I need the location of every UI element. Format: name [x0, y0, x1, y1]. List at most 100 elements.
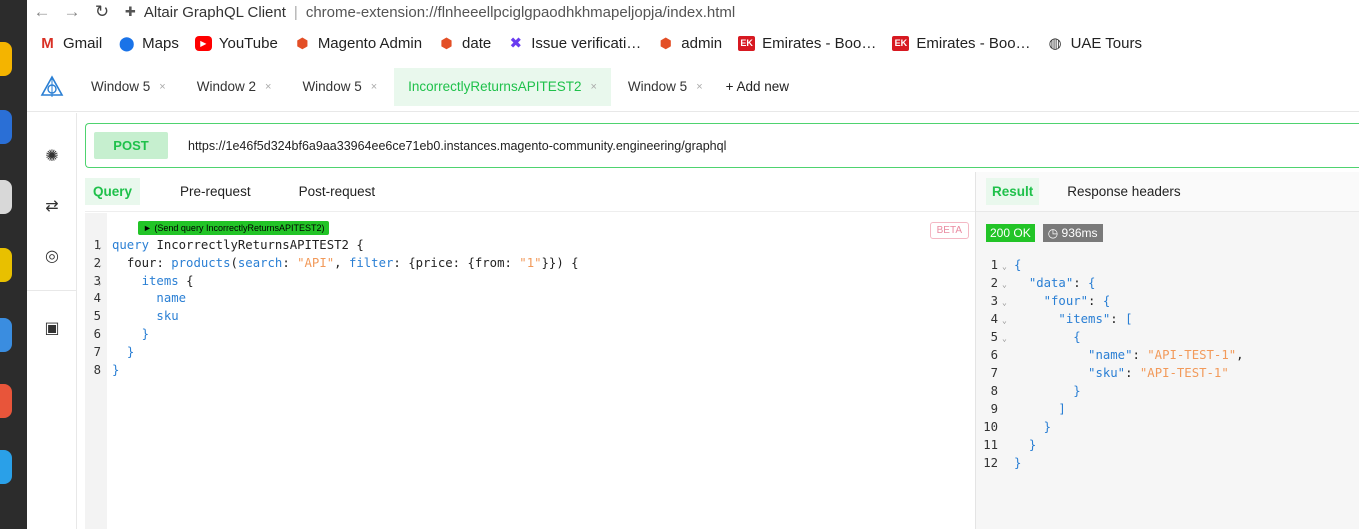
- line-number: 1: [990, 258, 998, 272]
- close-icon[interactable]: ×: [696, 81, 702, 93]
- arg-value: "1": [519, 255, 542, 270]
- close-icon[interactable]: ×: [265, 81, 271, 93]
- chrome-app-icon[interactable]: [0, 42, 12, 76]
- window-tab[interactable]: Window 5 ×: [614, 68, 717, 106]
- magento-icon: ⬢: [659, 34, 672, 51]
- field-name: products: [171, 255, 231, 270]
- forward-icon[interactable]: →: [57, 2, 87, 22]
- code-line: 6 }: [85, 326, 579, 344]
- request-url-bar: POST https://1e46f5d324bf6a9aa33964ee6ce…: [85, 123, 1359, 168]
- arg-name: price: [415, 255, 453, 270]
- app-icon[interactable]: [0, 318, 12, 352]
- prettify-icon[interactable]: ✺: [27, 146, 77, 166]
- bookmark-label: Gmail: [63, 34, 103, 52]
- close-icon[interactable]: ×: [590, 81, 596, 93]
- altair-logo-icon: [27, 74, 77, 99]
- window-tab-label: Window 5: [91, 79, 151, 94]
- browser-window: ← → ↻ ✚ Altair GraphQL Client | chrome-e…: [27, 0, 1359, 529]
- window-tab[interactable]: Window 5 ×: [288, 68, 391, 106]
- gmail-icon: M: [41, 34, 54, 52]
- reload-icon[interactable]: ↻: [87, 2, 117, 22]
- line-number: 6: [990, 348, 998, 362]
- app-icon[interactable]: [0, 248, 12, 282]
- tab-post-request[interactable]: Post-request: [291, 178, 384, 205]
- app-icon[interactable]: [0, 450, 12, 484]
- add-new-window-button[interactable]: + Add new: [726, 79, 789, 94]
- globe-icon: ◍: [1048, 34, 1062, 52]
- window-tab-label: Window 2: [196, 79, 256, 94]
- result-line: 9 ]: [976, 400, 1244, 418]
- code-line: 2 ⌄ four: products(search: "API", filter:…: [85, 255, 579, 273]
- line-number: 5: [93, 309, 101, 324]
- line-number: 8: [93, 362, 101, 377]
- operation-name: IncorrectlyReturnsAPITEST2: [156, 238, 349, 252]
- code-line: 7 }: [85, 344, 579, 362]
- close-icon[interactable]: ×: [371, 81, 377, 93]
- tab-result[interactable]: Result: [986, 178, 1040, 205]
- tab-pre-request[interactable]: Pre-request: [172, 178, 259, 205]
- bookmark-magento-admin[interactable]: ⬢ Magento Admin: [294, 35, 422, 52]
- bookmark-youtube[interactable]: ▶ YouTube: [194, 35, 278, 52]
- field-name: sku: [156, 309, 179, 324]
- window-tabs-bar: Window 5 × Window 2 × Window 5 × Incorre…: [27, 62, 1359, 112]
- collections-icon[interactable]: ▣: [27, 318, 77, 338]
- json-key: "four": [1043, 294, 1089, 308]
- result-line: 12}: [976, 454, 1244, 472]
- alias: four: [126, 255, 157, 270]
- files-app-icon[interactable]: [0, 180, 12, 214]
- bookmark-admin[interactable]: ⬢ admin: [657, 35, 722, 52]
- address-url: chrome-extension://flnheeellpciglgpaodhk…: [305, 3, 736, 21]
- bookmark-issue-verification[interactable]: ✖ Issue verificati…: [507, 35, 641, 52]
- window-tab[interactable]: Window 2 ×: [183, 68, 286, 106]
- result-pane: Result Response headers 200 OK ◷ 936ms 1…: [976, 172, 1359, 529]
- line-number: 3: [990, 294, 998, 308]
- window-tab-active[interactable]: IncorrectlyReturnsAPITEST2 ×: [394, 67, 611, 106]
- bookmark-label: Emirates - Boo…: [762, 34, 877, 52]
- line-number: 10: [983, 420, 998, 434]
- tab-query[interactable]: Query: [85, 178, 141, 205]
- line-number: 2: [990, 276, 998, 290]
- bookmark-label: Emirates - Boo…: [916, 34, 1031, 52]
- bookmark-uae-tours[interactable]: ◍ UAE Tours: [1047, 35, 1142, 52]
- back-icon[interactable]: ←: [27, 2, 57, 22]
- fold-icon[interactable]: ⌄: [97, 274, 102, 292]
- query-editor[interactable]: ► (Send query IncorrectlyReturnsAPITEST2…: [85, 213, 975, 529]
- line-number: 6: [93, 326, 101, 341]
- bookmark-gmail[interactable]: M Gmail: [39, 35, 102, 52]
- result-line: 10 }: [976, 418, 1244, 436]
- send-query-button[interactable]: ► (Send query IncorrectlyReturnsAPITEST2…: [138, 221, 330, 235]
- bookmark-maps[interactable]: ⬤ Maps: [118, 35, 179, 52]
- omnibox[interactable]: ✚ Altair GraphQL Client | chrome-extensi…: [125, 4, 735, 21]
- bookmark-emirates-1[interactable]: EK Emirates - Boo…: [738, 35, 876, 52]
- fold-icon[interactable]: ⌄: [97, 238, 102, 256]
- line-number: 12: [983, 456, 998, 470]
- bookmark-emirates-2[interactable]: EK Emirates - Boo…: [892, 34, 1031, 52]
- arg-value: "API": [297, 255, 335, 270]
- close-icon[interactable]: ×: [159, 81, 165, 93]
- subscription-icon[interactable]: ◎: [27, 246, 77, 266]
- bookmarks-bar: M Gmail ⬤ Maps ▶ YouTube ⬢ Magento Admin…: [27, 30, 1359, 56]
- json-key: "items": [1058, 312, 1111, 326]
- window-tab-label: Window 5: [302, 79, 362, 94]
- refresh-docs-icon[interactable]: ⇄: [27, 196, 77, 216]
- window-tab[interactable]: Window 5 ×: [77, 68, 180, 106]
- bookmark-date[interactable]: ⬢ date: [438, 35, 491, 52]
- line-number: 1: [93, 238, 101, 252]
- bookmark-label: UAE Tours: [1070, 34, 1142, 52]
- method-select[interactable]: POST: [94, 132, 168, 159]
- jira-icon: ✖: [509, 34, 523, 52]
- fold-icon[interactable]: ⌄: [97, 256, 102, 274]
- ek-icon: EK: [892, 35, 910, 51]
- status-badge: 200 OK: [986, 224, 1035, 242]
- maps-icon: ⬤: [118, 34, 135, 51]
- result-line: 7 "sku": "API-TEST-1": [976, 364, 1244, 382]
- tab-response-headers[interactable]: Response headers: [1061, 178, 1186, 205]
- line-number: 8: [990, 384, 998, 398]
- code-line: 4 name: [85, 290, 579, 308]
- app-icon[interactable]: [0, 384, 12, 418]
- line-number: 3: [93, 273, 101, 288]
- json-value: "API-TEST-1": [1139, 366, 1229, 380]
- app-icon[interactable]: [0, 110, 12, 144]
- url-input[interactable]: https://1e46f5d324bf6a9aa33964ee6ce71eb0…: [188, 139, 726, 153]
- query-tabs: Query Pre-request Post-request: [85, 172, 975, 212]
